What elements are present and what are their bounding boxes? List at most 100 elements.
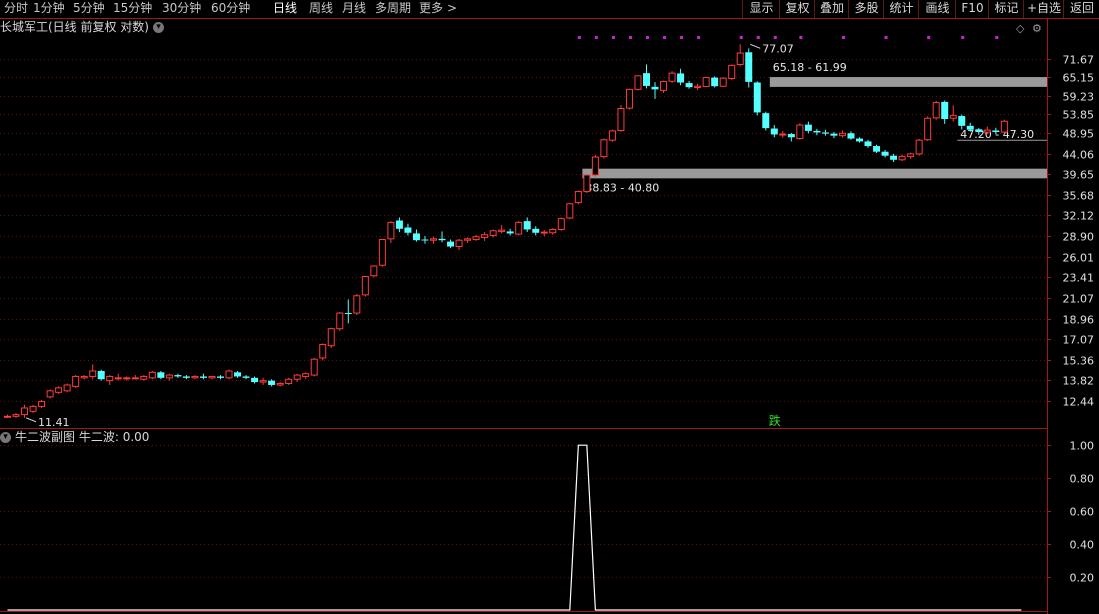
candle-body (966, 125, 974, 130)
candle-body (625, 88, 633, 109)
y-tick-label-14: 17.07 (1063, 334, 1095, 347)
candle-body (881, 151, 889, 156)
indicator-tick-label-0: 1.00 (1070, 440, 1095, 453)
candle-body (924, 117, 932, 141)
candle-body (813, 130, 821, 133)
signal-label: 跌 (769, 413, 781, 428)
candle-body (430, 238, 437, 241)
candle-body (523, 221, 531, 230)
signal-marker (611, 36, 615, 39)
y-tick-label-0: 71.67 (1063, 54, 1095, 67)
candle-body (549, 228, 557, 234)
candle-body (217, 376, 224, 378)
candle-body (958, 116, 966, 126)
candle-body (711, 77, 719, 87)
zone-label-1: 38.83 - 40.80 (585, 181, 659, 194)
candle-body (472, 236, 480, 241)
y-tick-label-16: 13.82 (1063, 375, 1095, 388)
candle-body (941, 101, 949, 119)
signal-marker (577, 36, 581, 39)
candle-body (387, 221, 395, 240)
candle-body (46, 390, 54, 398)
candle-body (694, 85, 702, 88)
candle-body (285, 378, 293, 385)
candle-body (540, 231, 548, 234)
candle-body (566, 203, 574, 219)
candle-body (302, 373, 310, 377)
signal-marker (773, 36, 777, 39)
candle-body (787, 134, 795, 138)
candle-body (89, 370, 97, 377)
candle-body (234, 372, 242, 377)
candle-body (830, 133, 838, 136)
candle-body (1000, 120, 1008, 133)
signal-marker (680, 36, 684, 39)
y-tick-label-9: 28.90 (1063, 231, 1095, 244)
candle-body (114, 377, 122, 380)
y-tick-label-5: 44.06 (1063, 149, 1095, 162)
candle-body (498, 229, 506, 232)
candle-body (319, 344, 327, 359)
y-tick-label-3: 53.85 (1063, 109, 1095, 122)
candle-body (29, 405, 37, 412)
candle-body (949, 115, 957, 119)
candle-body (12, 414, 20, 417)
candle-body (770, 128, 778, 135)
candle-body (199, 376, 207, 378)
signal-marker (884, 36, 888, 39)
candle-body (80, 375, 88, 379)
signal-marker (663, 36, 667, 39)
low-price-label: 11.41 (38, 416, 70, 429)
candle-body (208, 375, 216, 379)
candle-body (4, 415, 11, 418)
candle-body (685, 83, 693, 88)
candle-body (677, 73, 685, 83)
candle-body (336, 312, 344, 330)
candle-body (796, 124, 804, 140)
candle-body (157, 372, 165, 378)
candle-body (600, 139, 608, 158)
candle-body (728, 64, 736, 80)
indicator-tick-label-1: 0.80 (1070, 473, 1095, 486)
candle-body (643, 73, 650, 86)
y-tick-label-11: 23.41 (1063, 272, 1095, 285)
zone-label-0: 65.18 - 61.99 (773, 61, 847, 74)
candle-body (327, 328, 335, 347)
candle-body (140, 375, 148, 380)
candle-body (123, 377, 131, 380)
candle-body (268, 380, 276, 385)
candle-body (583, 174, 591, 193)
candle-body (55, 387, 63, 393)
candle-body (668, 72, 676, 82)
indicator-tick-label-4: 0.20 (1070, 572, 1095, 585)
candle-body (532, 228, 540, 233)
candle-body (259, 380, 267, 383)
candle-body (651, 86, 659, 90)
candle-body (63, 384, 71, 392)
y-tick-label-6: 39.65 (1063, 169, 1095, 182)
candle-body (251, 377, 259, 383)
candle-body (106, 375, 114, 382)
indicator-tick-label-2: 0.60 (1070, 506, 1095, 519)
signal-marker (927, 36, 931, 39)
signal-marker (628, 36, 632, 39)
candle-body (932, 102, 940, 119)
signal-marker (995, 36, 999, 39)
candle-body (719, 77, 727, 87)
signal-marker (961, 36, 965, 39)
candle-body (395, 220, 403, 229)
candle-body (898, 156, 906, 161)
candle-body (821, 132, 829, 134)
candle-body (370, 265, 378, 277)
candle-body (745, 52, 753, 82)
signal-marker (799, 36, 803, 39)
y-tick-label-10: 26.01 (1063, 252, 1095, 265)
signal-marker (594, 36, 598, 39)
candle-body (608, 130, 616, 141)
zone-band-0 (769, 77, 1047, 87)
y-tick-label-4: 48.95 (1063, 128, 1095, 141)
indicator-line (7, 444, 1022, 611)
candle-body (412, 233, 420, 241)
signal-marker (756, 36, 760, 39)
candle-body (344, 313, 352, 315)
